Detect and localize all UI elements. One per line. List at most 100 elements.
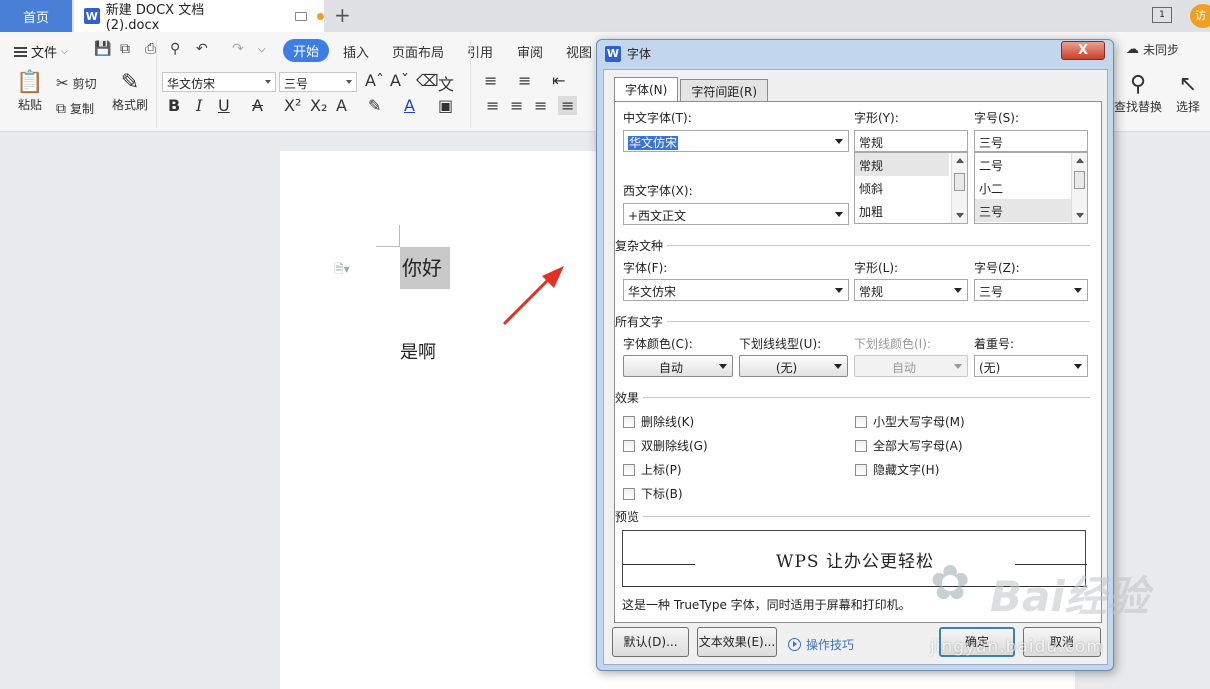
save-icon[interactable]: 💾 bbox=[94, 41, 111, 57]
align-center-icon[interactable]: ≡ bbox=[510, 96, 523, 115]
window-count-badge[interactable]: 1 bbox=[1152, 7, 1172, 23]
sync-status[interactable]: ☁ 未同步 bbox=[1126, 41, 1179, 58]
shrink-font-icon[interactable]: Aˇ bbox=[390, 71, 409, 90]
west-font-select[interactable]: +西文正文 bbox=[623, 203, 849, 225]
tips-link[interactable]: 操作技巧 bbox=[788, 636, 854, 653]
strikethrough-icon[interactable]: A bbox=[252, 96, 263, 115]
complex-font-select[interactable]: 华文仿宋 bbox=[623, 279, 849, 301]
scroll-thumb[interactable] bbox=[954, 173, 965, 191]
subscript-icon[interactable]: X₂ bbox=[310, 96, 327, 115]
all-caps-checkbox[interactable]: 全部大写字母(A) bbox=[855, 437, 963, 454]
tab-home-ribbon[interactable]: 开始 bbox=[283, 39, 330, 62]
align-left-icon[interactable]: ≡ bbox=[486, 96, 499, 115]
font-size-select[interactable]: 三号 bbox=[279, 72, 357, 92]
format-painter-button[interactable]: ✎ 格式刷 bbox=[110, 70, 150, 113]
highlight-icon[interactable]: ✎ bbox=[368, 96, 381, 115]
print-preview-icon[interactable]: ⚲ bbox=[170, 41, 180, 57]
italic-icon[interactable]: I bbox=[196, 96, 202, 115]
cn-font-select[interactable]: 华文仿宋 bbox=[623, 130, 849, 152]
emphasis-select[interactable]: (无) bbox=[974, 355, 1088, 377]
scrollbar[interactable] bbox=[1071, 153, 1087, 223]
undo-icon[interactable]: ↶ bbox=[196, 41, 208, 57]
tab-review[interactable]: 审阅 bbox=[517, 42, 543, 61]
superscript-checkbox[interactable]: 上标(P) bbox=[623, 461, 682, 478]
small-caps-checkbox[interactable]: 小型大写字母(M) bbox=[855, 413, 965, 430]
tab-view[interactable]: 视图 bbox=[566, 42, 592, 61]
export-icon[interactable]: ⧉ bbox=[120, 41, 130, 57]
complex-size-select[interactable]: 三号 bbox=[974, 279, 1088, 301]
size-input[interactable]: 三号 bbox=[974, 130, 1088, 152]
subscript-checkbox[interactable]: 下标(B) bbox=[623, 485, 683, 502]
list-item[interactable]: 常规 bbox=[855, 153, 949, 176]
checkbox-box[interactable] bbox=[623, 439, 635, 452]
default-button[interactable]: 默认(D)... bbox=[612, 627, 689, 657]
font-name-select[interactable]: 华文仿宋 bbox=[162, 72, 276, 92]
checkbox-box[interactable] bbox=[623, 487, 635, 500]
find-replace-label: 查找替换 bbox=[1113, 100, 1162, 114]
underline-style-select[interactable]: (无) bbox=[739, 355, 848, 377]
scroll-thumb[interactable] bbox=[1074, 171, 1085, 189]
bold-icon[interactable]: B bbox=[168, 96, 180, 115]
decrease-indent-icon[interactable]: ⇤ bbox=[552, 71, 565, 90]
text-effect-icon[interactable]: A bbox=[336, 96, 347, 115]
scrollbar[interactable] bbox=[951, 153, 967, 223]
complex-style-label: 字形(L): bbox=[854, 261, 899, 275]
paragraph-options-icon[interactable]: 🗎▾ bbox=[334, 260, 350, 281]
tab-char-spacing[interactable]: 字符间距(R) bbox=[680, 79, 769, 101]
style-listbox[interactable]: 常规 倾斜 加粗 bbox=[854, 152, 968, 224]
numbered-list-icon[interactable]: ≡ bbox=[518, 71, 531, 90]
selected-text[interactable]: 你好 bbox=[400, 247, 450, 289]
tab-font[interactable]: 字体(N) bbox=[614, 77, 679, 101]
tab-insert[interactable]: 插入 bbox=[343, 42, 369, 61]
pinyin-icon[interactable]: 文 bbox=[438, 71, 454, 95]
font-color-select[interactable]: 自动 bbox=[623, 355, 733, 377]
text-effect-button[interactable]: 文本效果(E)... bbox=[697, 627, 777, 657]
scroll-up-icon[interactable] bbox=[956, 158, 964, 163]
clear-format-icon[interactable]: ⌫ bbox=[416, 71, 439, 90]
checkbox-label: 小型大写字母(M) bbox=[873, 415, 965, 429]
tab-document[interactable]: W 新建 DOCX 文档 (2).docx bbox=[74, 0, 324, 33]
close-button[interactable]: X bbox=[1061, 41, 1105, 60]
cut-button[interactable]: ✂ 剪切 bbox=[56, 74, 97, 92]
scroll-up-icon[interactable] bbox=[1076, 158, 1084, 163]
print-icon[interactable]: ⎙ bbox=[145, 41, 156, 57]
grow-font-icon[interactable]: Aˆ bbox=[365, 71, 384, 90]
checkbox-box[interactable] bbox=[623, 415, 635, 428]
monitor-icon[interactable] bbox=[295, 11, 308, 21]
checkbox-box[interactable] bbox=[623, 463, 635, 476]
complex-style-select[interactable]: 常规 bbox=[854, 279, 968, 301]
tab-home[interactable]: 首页 bbox=[0, 0, 72, 32]
clipboard-icon: 📋 bbox=[16, 70, 44, 95]
visitor-avatar[interactable]: 访 bbox=[1190, 4, 1210, 28]
select-button[interactable]: ↖ 选择 bbox=[1170, 72, 1206, 115]
cursor-arrow-icon: ↖ bbox=[1178, 72, 1198, 97]
bullet-list-icon[interactable]: ≡ bbox=[484, 71, 497, 90]
paragraph-text[interactable]: 是啊 bbox=[400, 338, 436, 364]
checkbox-box[interactable] bbox=[855, 415, 867, 428]
checkbox-box[interactable] bbox=[855, 463, 867, 476]
justify-icon[interactable]: ≡ bbox=[558, 96, 578, 115]
checkbox-box[interactable] bbox=[855, 439, 867, 452]
size-listbox[interactable]: 二号 小二 三号 bbox=[974, 152, 1088, 224]
file-menu[interactable]: 文件 ⌵ bbox=[14, 42, 68, 61]
align-right-icon[interactable]: ≡ bbox=[534, 96, 547, 115]
scroll-down-icon[interactable] bbox=[956, 213, 964, 218]
copy-button[interactable]: ⧉ 复制 bbox=[56, 100, 94, 117]
list-item[interactable]: 三号 bbox=[975, 199, 1071, 222]
style-input[interactable]: 常规 bbox=[854, 130, 968, 152]
quick-access-more-icon[interactable]: ⌵ bbox=[258, 44, 266, 55]
font-color-icon[interactable]: A bbox=[404, 96, 415, 115]
double-strikethrough-checkbox[interactable]: 双删除线(G) bbox=[623, 437, 708, 454]
underline-icon[interactable]: U bbox=[218, 96, 230, 115]
new-tab-button[interactable]: + bbox=[334, 3, 351, 27]
scroll-down-icon[interactable] bbox=[1076, 213, 1084, 218]
superscript-icon[interactable]: X² bbox=[284, 96, 301, 115]
west-font-value: +西文正文 bbox=[628, 209, 687, 223]
strikethrough-checkbox[interactable]: 删除线(K) bbox=[623, 413, 694, 430]
char-border-icon[interactable]: ▣ bbox=[438, 96, 453, 115]
paste-button[interactable]: 📋 粘贴 bbox=[12, 70, 48, 113]
redo-icon[interactable]: ↷ bbox=[232, 41, 244, 57]
tab-page-layout[interactable]: 页面布局 bbox=[392, 42, 444, 61]
find-replace-button[interactable]: ⚲ 查找替换 bbox=[1110, 72, 1166, 115]
hidden-text-checkbox[interactable]: 隐藏文字(H) bbox=[855, 461, 939, 478]
